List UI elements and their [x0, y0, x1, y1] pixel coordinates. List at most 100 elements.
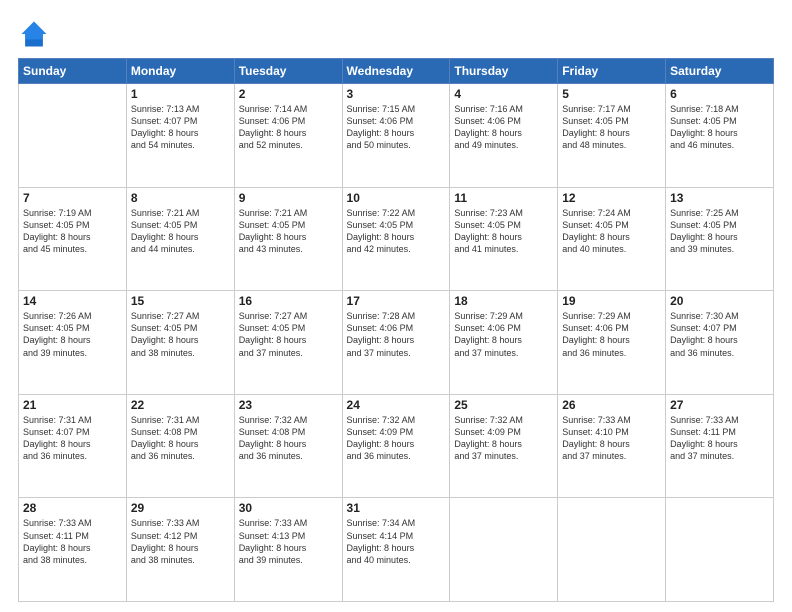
- week-row-3: 14 Sunrise: 7:26 AM Sunset: 4:05 PM Dayli…: [19, 291, 774, 395]
- weekday-header-tuesday: Tuesday: [234, 59, 342, 84]
- weekday-header-thursday: Thursday: [450, 59, 558, 84]
- calendar-cell: 5Sunrise: 7:17 AM Sunset: 4:05 PM Daylig…: [558, 84, 666, 188]
- day-number: 7: [23, 191, 122, 205]
- day-number: 11: [454, 191, 553, 205]
- day-number: 20: [670, 294, 769, 308]
- calendar-cell: 2 Sunrise: 7:14 AM Sunset: 4:06 PM Daylig…: [234, 84, 342, 188]
- day-info: Sunrise: 7:30 AM Sunset: 4:07 PM Dayligh…: [670, 310, 769, 359]
- calendar-cell: 15 Sunrise: 7:27 AM Sunset: 4:05 PM Dayli…: [126, 291, 234, 395]
- calendar-cell: 26Sunrise: 7:33 AM Sunset: 4:10 PM Dayli…: [558, 394, 666, 498]
- calendar-cell: 16 Sunrise: 7:27 AM Sunset: 4:05 PM Dayli…: [234, 291, 342, 395]
- day-info: Sunrise: 7:33 AM Sunset: 4:13 PM Dayligh…: [239, 517, 338, 566]
- day-number: 13: [670, 191, 769, 205]
- day-number: 25: [454, 398, 553, 412]
- day-number: 21: [23, 398, 122, 412]
- calendar-cell: 14 Sunrise: 7:26 AM Sunset: 4:05 PM Dayli…: [19, 291, 127, 395]
- day-info: Sunrise: 7:14 AM Sunset: 4:06 PM Dayligh…: [239, 103, 338, 152]
- calendar-cell: 12 Sunrise: 7:24 AM Sunset: 4:05 PM Dayli…: [558, 187, 666, 291]
- day-number: 15: [131, 294, 230, 308]
- weekday-header-saturday: Saturday: [666, 59, 774, 84]
- calendar-cell: 18 Sunrise: 7:29 AM Sunset: 4:06 PM Dayli…: [450, 291, 558, 395]
- day-info: Sunrise: 7:33 AM Sunset: 4:12 PM Dayligh…: [131, 517, 230, 566]
- day-info: Sunrise: 7:27 AM Sunset: 4:05 PM Dayligh…: [131, 310, 230, 359]
- day-info: Sunrise: 7:19 AM Sunset: 4:05 PM Dayligh…: [23, 207, 122, 256]
- calendar-cell: 19 Sunrise: 7:29 AM Sunset: 4:06 PM Dayli…: [558, 291, 666, 395]
- day-info: Sunrise: 7:31 AM Sunset: 4:07 PM Dayligh…: [23, 414, 122, 463]
- calendar-cell: [558, 498, 666, 602]
- calendar-cell: 17 Sunrise: 7:28 AM Sunset: 4:06 PM Dayli…: [342, 291, 450, 395]
- calendar-cell: 10Sunrise: 7:22 AM Sunset: 4:05 PM Dayli…: [342, 187, 450, 291]
- logo: [18, 18, 54, 50]
- day-number: 29: [131, 501, 230, 515]
- day-number: 4: [454, 87, 553, 101]
- day-info: Sunrise: 7:16 AM Sunset: 4:06 PM Dayligh…: [454, 103, 553, 152]
- day-info: Sunrise: 7:32 AM Sunset: 4:09 PM Dayligh…: [347, 414, 446, 463]
- day-number: 6: [670, 87, 769, 101]
- calendar-cell: 24 Sunrise: 7:32 AM Sunset: 4:09 PM Dayli…: [342, 394, 450, 498]
- day-info: Sunrise: 7:21 AM Sunset: 4:05 PM Dayligh…: [239, 207, 338, 256]
- day-number: 18: [454, 294, 553, 308]
- week-row-1: 1 Sunrise: 7:13 AM Sunset: 4:07 PM Daylig…: [19, 84, 774, 188]
- day-info: Sunrise: 7:21 AM Sunset: 4:05 PM Dayligh…: [131, 207, 230, 256]
- week-row-4: 21 Sunrise: 7:31 AM Sunset: 4:07 PM Dayli…: [19, 394, 774, 498]
- day-info: Sunrise: 7:27 AM Sunset: 4:05 PM Dayligh…: [239, 310, 338, 359]
- calendar-cell: 22 Sunrise: 7:31 AM Sunset: 4:08 PM Dayli…: [126, 394, 234, 498]
- day-info: Sunrise: 7:32 AM Sunset: 4:08 PM Dayligh…: [239, 414, 338, 463]
- day-number: 14: [23, 294, 122, 308]
- day-info: Sunrise: 7:18 AM Sunset: 4:05 PM Dayligh…: [670, 103, 769, 152]
- day-number: 27: [670, 398, 769, 412]
- day-number: 22: [131, 398, 230, 412]
- day-info: Sunrise: 7:31 AM Sunset: 4:08 PM Dayligh…: [131, 414, 230, 463]
- weekday-header-friday: Friday: [558, 59, 666, 84]
- day-info: Sunrise: 7:32 AM Sunset: 4:09 PM Dayligh…: [454, 414, 553, 463]
- calendar-table: SundayMondayTuesdayWednesdayThursdayFrid…: [18, 58, 774, 602]
- day-info: Sunrise: 7:28 AM Sunset: 4:06 PM Dayligh…: [347, 310, 446, 359]
- calendar-cell: 25 Sunrise: 7:32 AM Sunset: 4:09 PM Dayli…: [450, 394, 558, 498]
- calendar-cell: 1 Sunrise: 7:13 AM Sunset: 4:07 PM Daylig…: [126, 84, 234, 188]
- calendar-cell: [19, 84, 127, 188]
- day-number: 12: [562, 191, 661, 205]
- day-number: 2: [239, 87, 338, 101]
- day-info: Sunrise: 7:23 AM Sunset: 4:05 PM Dayligh…: [454, 207, 553, 256]
- calendar-cell: 11 Sunrise: 7:23 AM Sunset: 4:05 PM Dayli…: [450, 187, 558, 291]
- day-info: Sunrise: 7:25 AM Sunset: 4:05 PM Dayligh…: [670, 207, 769, 256]
- calendar-cell: 28 Sunrise: 7:33 AM Sunset: 4:11 PM Dayli…: [19, 498, 127, 602]
- day-number: 16: [239, 294, 338, 308]
- day-number: 19: [562, 294, 661, 308]
- day-info: Sunrise: 7:24 AM Sunset: 4:05 PM Dayligh…: [562, 207, 661, 256]
- weekday-header-row: SundayMondayTuesdayWednesdayThursdayFrid…: [19, 59, 774, 84]
- calendar-cell: 27 Sunrise: 7:33 AM Sunset: 4:11 PM Dayli…: [666, 394, 774, 498]
- day-number: 23: [239, 398, 338, 412]
- weekday-header-monday: Monday: [126, 59, 234, 84]
- day-number: 8: [131, 191, 230, 205]
- day-info: Sunrise: 7:26 AM Sunset: 4:05 PM Dayligh…: [23, 310, 122, 359]
- week-row-5: 28 Sunrise: 7:33 AM Sunset: 4:11 PM Dayli…: [19, 498, 774, 602]
- calendar-cell: 20 Sunrise: 7:30 AM Sunset: 4:07 PM Dayli…: [666, 291, 774, 395]
- day-info: Sunrise: 7:13 AM Sunset: 4:07 PM Dayligh…: [131, 103, 230, 152]
- day-info: Sunrise: 7:29 AM Sunset: 4:06 PM Dayligh…: [562, 310, 661, 359]
- calendar-cell: 30Sunrise: 7:33 AM Sunset: 4:13 PM Dayli…: [234, 498, 342, 602]
- calendar-cell: 13 Sunrise: 7:25 AM Sunset: 4:05 PM Dayli…: [666, 187, 774, 291]
- calendar-cell: 9 Sunrise: 7:21 AM Sunset: 4:05 PM Daylig…: [234, 187, 342, 291]
- calendar-cell: 4 Sunrise: 7:16 AM Sunset: 4:06 PM Daylig…: [450, 84, 558, 188]
- day-info: Sunrise: 7:34 AM Sunset: 4:14 PM Dayligh…: [347, 517, 446, 566]
- day-info: Sunrise: 7:29 AM Sunset: 4:06 PM Dayligh…: [454, 310, 553, 359]
- weekday-header-wednesday: Wednesday: [342, 59, 450, 84]
- calendar-cell: 8 Sunrise: 7:21 AM Sunset: 4:05 PM Daylig…: [126, 187, 234, 291]
- week-row-2: 7 Sunrise: 7:19 AM Sunset: 4:05 PM Daylig…: [19, 187, 774, 291]
- day-info: Sunrise: 7:33 AM Sunset: 4:11 PM Dayligh…: [670, 414, 769, 463]
- calendar-cell: 31Sunrise: 7:34 AM Sunset: 4:14 PM Dayli…: [342, 498, 450, 602]
- logo-icon: [18, 18, 50, 50]
- day-number: 28: [23, 501, 122, 515]
- day-number: 26: [562, 398, 661, 412]
- calendar-cell: 3Sunrise: 7:15 AM Sunset: 4:06 PM Daylig…: [342, 84, 450, 188]
- day-info: Sunrise: 7:33 AM Sunset: 4:11 PM Dayligh…: [23, 517, 122, 566]
- day-number: 5: [562, 87, 661, 101]
- calendar-cell: 29 Sunrise: 7:33 AM Sunset: 4:12 PM Dayli…: [126, 498, 234, 602]
- day-number: 17: [347, 294, 446, 308]
- day-info: Sunrise: 7:15 AM Sunset: 4:06 PM Dayligh…: [347, 103, 446, 152]
- day-number: 1: [131, 87, 230, 101]
- day-number: 24: [347, 398, 446, 412]
- header: [18, 18, 774, 50]
- day-number: 9: [239, 191, 338, 205]
